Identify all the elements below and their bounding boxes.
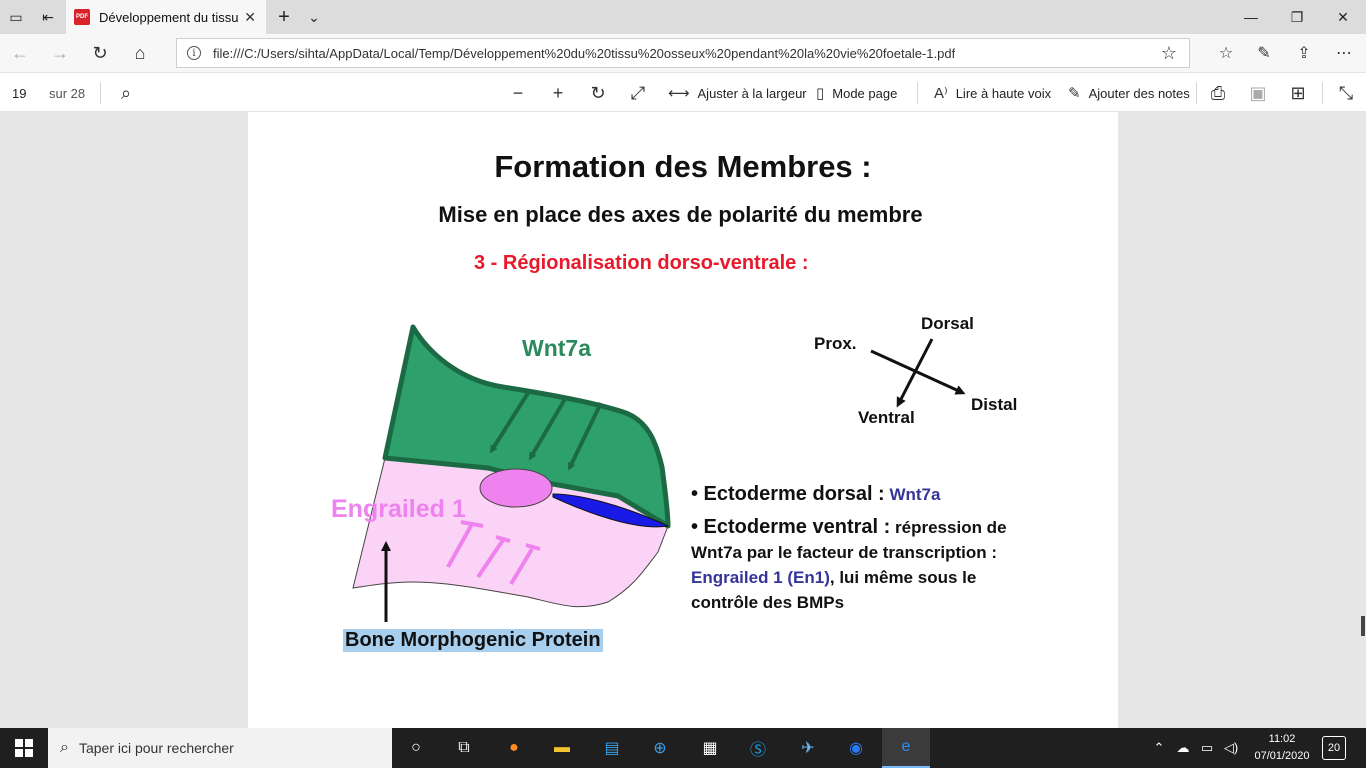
tab-bar: ▭ ⇤ PDF Développement du tissu osseux pe…: [0, 0, 1366, 34]
divider: [1322, 82, 1323, 104]
search-placeholder: Taper ici pour rechercher: [78, 740, 234, 756]
add-notes-label: Ajouter des notes: [1088, 85, 1190, 101]
zoom-in-icon[interactable]: +: [544, 79, 572, 107]
tray-chevron-icon[interactable]: ⌃: [1150, 728, 1168, 768]
bullet-ventral-prefix: • Ectoderme ventral :: [691, 516, 891, 538]
close-window-icon[interactable]: ✕: [1320, 0, 1366, 34]
rotate-icon[interactable]: ↻: [584, 79, 612, 107]
document-viewer[interactable]: Formation des Membres : Mise en place de…: [0, 112, 1366, 728]
search-icon[interactable]: ⌕: [112, 79, 140, 107]
forward-arrow-icon[interactable]: →: [44, 38, 76, 68]
fullscreen-icon[interactable]: ⤢: [624, 79, 652, 107]
task-view-icon[interactable]: ⧉: [440, 728, 488, 768]
read-aloud-label: Lire à haute voix: [955, 85, 1052, 101]
page-total: sur 28: [49, 85, 86, 101]
tab-list-chevron-icon[interactable]: ⌄: [298, 0, 330, 34]
firefox-icon[interactable]: ●: [490, 728, 538, 768]
page-number-input[interactable]: 19: [0, 80, 38, 106]
page-mode-icon: ▯: [816, 85, 825, 102]
favorites-list-icon[interactable]: ☆: [1208, 38, 1244, 68]
refresh-icon[interactable]: ↻: [84, 38, 116, 68]
tab-actions-icon[interactable]: ▭: [0, 0, 32, 34]
windows-logo-icon: [15, 739, 33, 757]
fit-width-label: Ajuster à la largeur: [697, 85, 807, 101]
home-icon[interactable]: ⌂: [124, 38, 156, 68]
address-bar: ← → ↻ ⌂ i file:///C:/Users/sihta/AppData…: [0, 34, 1366, 72]
edge-icon[interactable]: e: [882, 728, 930, 768]
page-mode-label: Mode page: [832, 85, 898, 101]
mail-app-icon[interactable]: ✈: [784, 728, 832, 768]
label-engrailed: Engrailed 1: [331, 495, 466, 523]
axis-label-ventral: Ventral: [858, 408, 915, 427]
pdf-toolbar: 19 sur 28 ⌕ − + ↻ ⤢ ⟷ Ajuster à la large…: [0, 72, 1366, 112]
taskbar: ⌕ Taper ici pour rechercher ○ ⧉ ● ▬ ▤ ⊕ …: [0, 728, 1366, 768]
network-app-icon[interactable]: ⊕: [636, 728, 684, 768]
notification-center-icon[interactable]: 20: [1322, 736, 1346, 760]
scrollbar-thumb[interactable]: [1361, 616, 1365, 636]
battery-icon[interactable]: ▭: [1196, 728, 1218, 768]
set-aside-tabs-icon[interactable]: ⇤: [32, 0, 64, 34]
pdf-file-icon: PDF: [74, 9, 90, 25]
page-mode-button[interactable]: ▯ Mode page: [816, 79, 897, 107]
calculator-icon[interactable]: ▦: [686, 728, 734, 768]
tab-active[interactable]: PDF Développement du tissu osseux pendan…: [66, 0, 266, 34]
taskbar-clock[interactable]: 11:02 07/01/2020: [1250, 731, 1314, 765]
search-icon: ⌕: [60, 739, 69, 756]
minimize-icon[interactable]: —: [1228, 0, 1274, 34]
unpin-toolbar-icon[interactable]: ⤡: [1332, 79, 1360, 107]
bullet-dorsal-value: Wnt7a: [889, 485, 941, 504]
read-aloud-button[interactable]: A⁾ Lire à haute voix: [934, 79, 1051, 107]
divider: [100, 82, 101, 104]
new-tab-icon[interactable]: +: [268, 0, 300, 34]
url-text: file:///C:/Users/sihta/AppData/Local/Tem…: [213, 45, 956, 61]
tab-title: Développement du tissu osseux pendant la…: [99, 9, 239, 25]
bullet-list: • Ectoderme dorsal : Wnt7a • Ectoderme v…: [691, 482, 1021, 615]
bullet-dorsal-prefix: • Ectoderme dorsal :: [691, 483, 885, 505]
back-arrow-icon[interactable]: ←: [4, 38, 36, 68]
divider: [1196, 82, 1197, 104]
web-notes-pen-icon[interactable]: ✎: [1246, 38, 1282, 68]
messenger-icon[interactable]: ◉: [832, 728, 880, 768]
share-icon[interactable]: ⇪: [1286, 38, 1322, 68]
bullet-ventral-highlight: Engrailed 1 (En1): [691, 568, 830, 587]
label-wnt7a: Wnt7a: [522, 335, 591, 361]
axis-dorsal-ventral: [896, 338, 934, 408]
clock-date: 07/01/2020: [1254, 750, 1310, 762]
favorite-star-icon[interactable]: ☆: [1161, 43, 1177, 64]
divider: [917, 82, 918, 104]
skype-icon[interactable]: Ⓢ: [734, 728, 782, 768]
axis-label-dorsal: Dorsal: [921, 314, 974, 333]
axis-label-prox: Prox.: [814, 334, 857, 353]
more-options-icon[interactable]: ⋯: [1326, 38, 1362, 68]
pen-icon: ✎: [1068, 85, 1081, 102]
clock-time: 11:02: [1268, 733, 1296, 745]
add-notes-button[interactable]: ✎ Ajouter des notes: [1068, 79, 1190, 107]
fit-width-button[interactable]: ⟷ Ajuster à la largeur: [668, 79, 807, 107]
axis-label-distal: Distal: [971, 395, 1018, 414]
info-icon[interactable]: i: [187, 46, 201, 60]
pink-oval: [479, 468, 553, 508]
onedrive-cloud-icon[interactable]: ☁: [1172, 728, 1194, 768]
close-tab-icon[interactable]: ✕: [244, 9, 256, 26]
print-icon[interactable]: ⎙: [1204, 79, 1232, 107]
restore-icon[interactable]: ❐: [1274, 0, 1320, 34]
url-field[interactable]: i file:///C:/Users/sihta/AppData/Local/T…: [176, 38, 1190, 68]
bullet-ventral: • Ectoderme ventral : répression de Wnt7…: [691, 515, 1021, 615]
save-as-icon[interactable]: ⊞: [1284, 79, 1312, 107]
file-explorer-icon[interactable]: ▬: [538, 728, 586, 768]
zoom-out-icon[interactable]: −: [504, 79, 532, 107]
label-bmp: Bone Morphogenic Protein: [343, 629, 603, 652]
pdf-page: Formation des Membres : Mise en place de…: [248, 112, 1118, 728]
save-icon[interactable]: ▣: [1244, 79, 1272, 107]
bullet-dorsal: • Ectoderme dorsal : Wnt7a: [691, 482, 1021, 507]
start-button[interactable]: [0, 728, 48, 768]
volume-icon[interactable]: ◁): [1220, 728, 1242, 768]
fit-width-icon: ⟷: [668, 85, 690, 102]
store-icon[interactable]: ▤: [588, 728, 636, 768]
cortana-icon[interactable]: ○: [392, 728, 440, 768]
taskbar-search[interactable]: ⌕ Taper ici pour rechercher: [48, 728, 392, 768]
read-aloud-icon: A⁾: [934, 85, 948, 102]
